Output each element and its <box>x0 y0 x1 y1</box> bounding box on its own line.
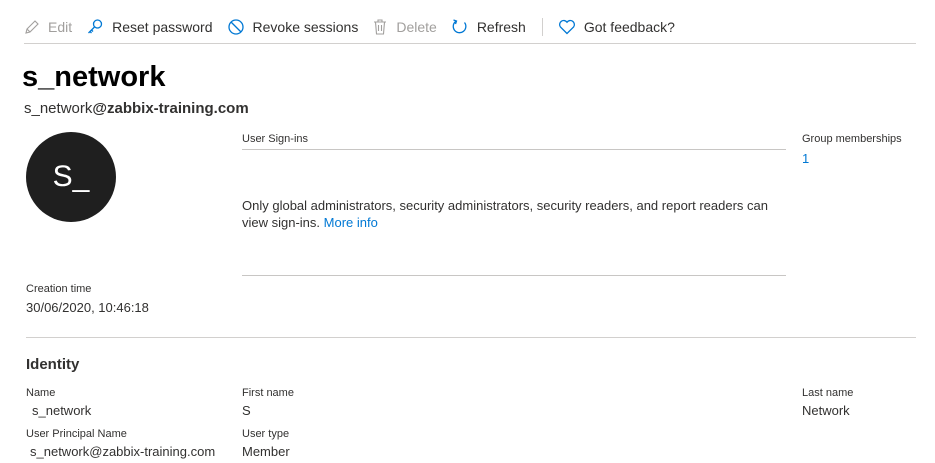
toolbar-separator <box>541 17 543 36</box>
group-memberships: Group memberships 1 <box>802 133 902 166</box>
user-email-domain: @zabbix-training.com <box>92 100 249 117</box>
trash-icon <box>374 18 387 35</box>
user-email-prefix: s_network <box>24 100 93 117</box>
last-name-field: Last name Network <box>802 387 853 418</box>
delete-label: Delete <box>396 18 437 35</box>
edit-label: Edit <box>48 18 73 35</box>
reset-password-label: Reset password <box>112 18 213 35</box>
first-name-value: S <box>242 403 251 418</box>
user-type-value: Member <box>242 444 290 459</box>
upn-value: s_network@zabbix-training.com <box>30 444 216 459</box>
heart-icon <box>558 19 575 34</box>
revoke-sessions-label: Revoke sessions <box>252 18 359 35</box>
block-icon <box>227 18 244 35</box>
edit-button[interactable]: Edit <box>24 19 72 35</box>
signins-message: Only global administrators, security adm… <box>242 197 782 231</box>
more-info-link[interactable]: More info <box>324 215 378 230</box>
first-name-field: First name S <box>242 387 294 418</box>
user-signins-panel: User Sign-ins Only global administrators… <box>242 133 786 276</box>
revoke-sessions-button[interactable]: Revoke sessions <box>227 18 359 36</box>
signins-message-text: Only global administrators, security adm… <box>242 198 768 230</box>
refresh-icon <box>452 18 467 33</box>
group-memberships-count-link[interactable]: 1 <box>802 151 902 166</box>
user-type-label: User type <box>242 428 290 440</box>
refresh-button[interactable]: Refresh <box>451 18 526 36</box>
name-value: s_network <box>32 403 92 418</box>
creation-time: Creation time 30/06/2020, 10:46:18 <box>26 283 149 315</box>
name-label: Name <box>26 387 56 399</box>
reset-password-button[interactable]: Reset password <box>86 18 213 36</box>
creation-time-label: Creation time <box>26 283 92 295</box>
refresh-label: Refresh <box>476 18 526 35</box>
signins-title: User Sign-ins <box>242 133 786 150</box>
pencil-icon <box>25 19 39 34</box>
user-type-field: User type Member <box>242 428 290 459</box>
page-title: s_network <box>22 61 166 93</box>
section-divider <box>26 337 916 338</box>
feedback-button[interactable]: Got feedback? <box>558 19 675 35</box>
user-email: s_network@zabbix-training.com <box>24 99 249 119</box>
creation-time-value: 30/06/2020, 10:46:18 <box>26 300 149 315</box>
last-name-value: Network <box>802 403 850 418</box>
feedback-label: Got feedback? <box>583 18 675 35</box>
avatar: S_ <box>26 132 116 222</box>
first-name-label: First name <box>242 387 294 399</box>
group-memberships-label: Group memberships <box>802 133 902 145</box>
upn-label: User Principal Name <box>26 428 127 440</box>
delete-button[interactable]: Delete <box>372 18 437 36</box>
identity-section-title: Identity <box>26 356 80 373</box>
command-bar: Edit Reset password Revoke sessions Dele… <box>24 10 916 44</box>
last-name-label: Last name <box>802 387 854 399</box>
key-icon <box>88 18 103 33</box>
name-field: Name s_network <box>26 387 91 418</box>
upn-field: User Principal Name s_network@zabbix-tra… <box>26 428 215 459</box>
